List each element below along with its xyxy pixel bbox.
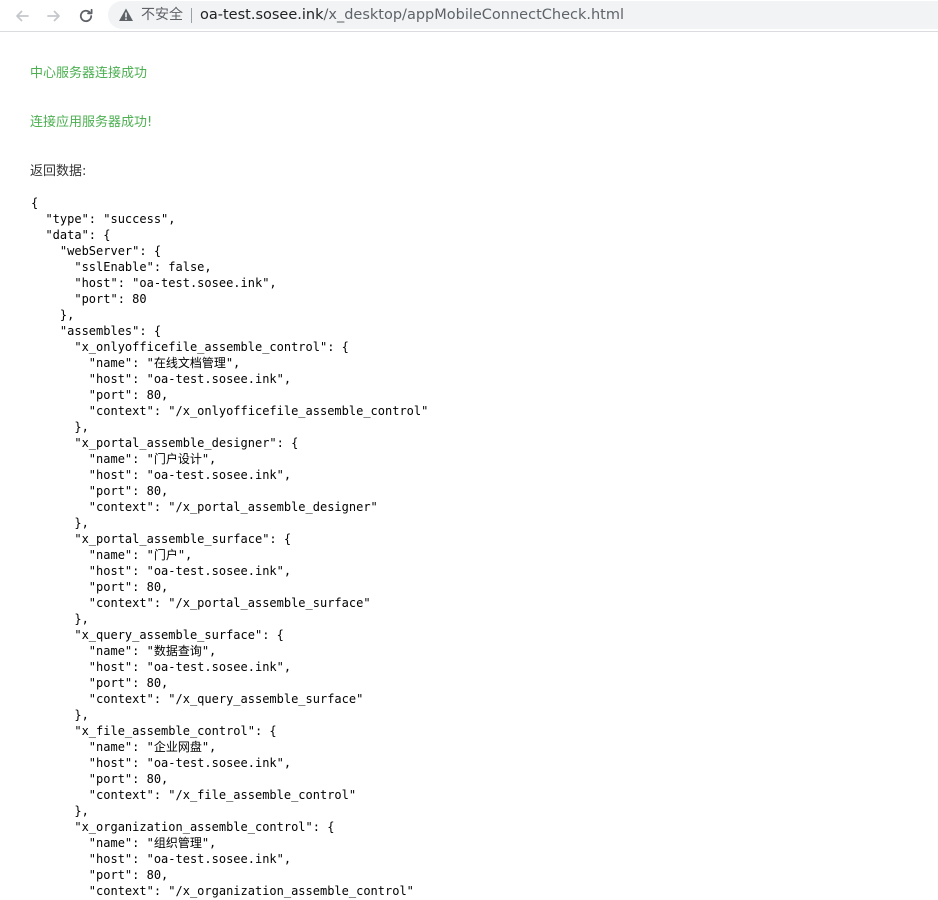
security-status-label[interactable]: 不安全 [141,6,183,24]
forward-button[interactable] [42,4,66,28]
center-server-status: 中心服务器连接成功 [30,66,148,81]
url-separator [191,8,192,23]
browser-toolbar: 不安全 oa-test.sosee.ink/x_desktop/appMobil… [0,0,938,32]
reload-icon [79,8,93,22]
reload-button[interactable] [74,4,98,28]
warning-triangle-icon[interactable] [118,7,134,23]
arrow-right-icon [47,10,60,22]
url-text[interactable]: oa-test.sosee.ink/x_desktop/appMobileCon… [200,6,624,24]
arrow-left-icon [16,10,29,22]
back-button[interactable] [10,4,34,28]
address-bar[interactable]: 不安全 oa-test.sosee.ink/x_desktop/appMobil… [108,1,938,29]
return-data-label: 返回数据: [30,164,87,179]
url-path: /x_desktop/appMobileConnectCheck.html [323,7,625,23]
app-server-status: 连接应用服务器成功! [30,115,153,130]
url-host: oa-test.sosee.ink [200,7,324,23]
json-response: { "type": "success", "data": { "webServe… [31,196,429,898]
